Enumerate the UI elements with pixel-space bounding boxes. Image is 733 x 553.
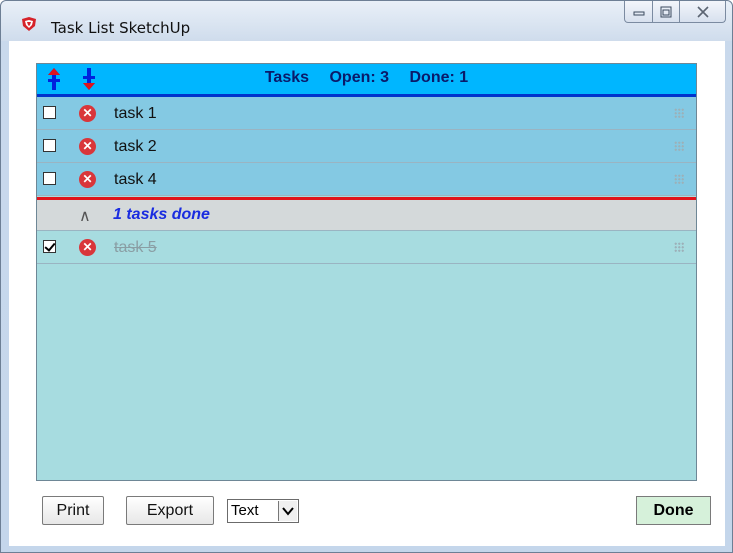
chevron-down-icon[interactable] <box>278 501 297 521</box>
maximize-icon <box>660 6 672 17</box>
task-list-header: Tasks Open: 3 Done: 1 <box>37 64 696 97</box>
drag-handle-icon[interactable] <box>674 242 684 252</box>
delete-task-icon[interactable]: ✕ <box>79 239 96 256</box>
sketchup-logo-icon <box>22 17 36 31</box>
task-name[interactable]: task 5 <box>114 239 157 257</box>
export-button[interactable]: Export <box>126 496 214 525</box>
task-row[interactable]: ✕ task 2 <box>37 130 696 163</box>
done-count: Done: 1 <box>409 69 469 86</box>
minimize-icon <box>633 11 644 15</box>
task-checkbox[interactable] <box>43 106 56 119</box>
done-section-header[interactable]: ∧ 1 tasks done <box>37 197 696 231</box>
header-title: Tasks <box>264 69 310 86</box>
task-checkbox[interactable] <box>43 139 56 152</box>
task-name[interactable]: task 4 <box>114 171 157 189</box>
task-row[interactable]: ✕ task 4 <box>37 163 696 196</box>
delete-task-icon[interactable]: ✕ <box>79 105 96 122</box>
close-button[interactable] <box>680 1 726 23</box>
app-window: Task List SketchUp Tasks Open: 3 Done: 1… <box>0 0 733 553</box>
delete-task-icon[interactable]: ✕ <box>79 138 96 155</box>
export-format-select[interactable]: Text <box>227 499 299 523</box>
collapse-caret-icon[interactable]: ∧ <box>79 206 91 226</box>
task-row[interactable]: ✕ task 1 <box>37 97 696 130</box>
open-count: Open: 3 <box>329 69 390 86</box>
task-checkbox-checked[interactable] <box>43 240 56 253</box>
export-format-value: Text <box>231 502 259 519</box>
header-summary: Tasks Open: 3 Done: 1 <box>37 69 696 87</box>
title-bar[interactable]: Task List SketchUp <box>1 1 732 41</box>
drag-handle-icon[interactable] <box>674 141 684 151</box>
print-button[interactable]: Print <box>42 496 104 525</box>
maximize-button[interactable] <box>653 1 680 23</box>
close-icon <box>696 5 709 18</box>
task-checkbox[interactable] <box>43 172 56 185</box>
client-area: Tasks Open: 3 Done: 1 ✕ task 1 ✕ task 2 <box>9 41 725 546</box>
drag-handle-icon[interactable] <box>674 108 684 118</box>
drag-handle-icon[interactable] <box>674 174 684 184</box>
done-task-row[interactable]: ✕ task 5 <box>37 231 696 264</box>
task-name[interactable]: task 2 <box>114 138 157 156</box>
done-section-label: 1 tasks done <box>113 206 210 223</box>
delete-task-icon[interactable]: ✕ <box>79 171 96 188</box>
task-name[interactable]: task 1 <box>114 105 157 123</box>
minimize-button[interactable] <box>624 1 653 23</box>
done-button[interactable]: Done <box>636 496 711 525</box>
window-title: Task List SketchUp <box>51 19 191 37</box>
task-list-panel: Tasks Open: 3 Done: 1 ✕ task 1 ✕ task 2 <box>36 63 697 481</box>
